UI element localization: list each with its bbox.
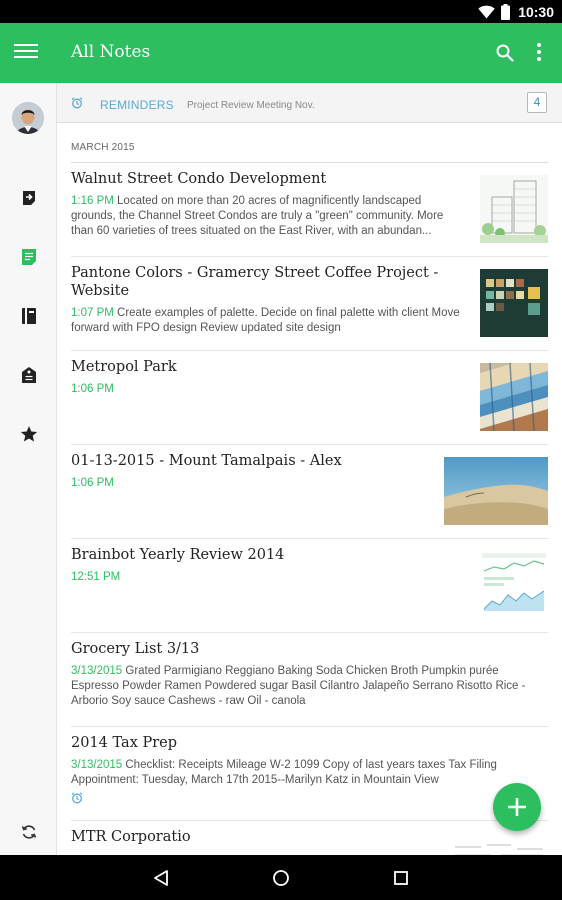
document-thumbnail: [451, 833, 548, 855]
note-item[interactable]: 2014 Tax Prep 3/13/2015 Checklist: Recei…: [71, 728, 548, 821]
avatar[interactable]: [12, 102, 44, 134]
note-title: MTR Corporatio: [71, 829, 191, 845]
menu-icon[interactable]: [14, 41, 38, 65]
note-snippet: 1:07 PM Create examples of palette. Deci…: [71, 306, 466, 336]
more-icon[interactable]: [536, 43, 542, 63]
note-time: 1:16 PM: [71, 195, 114, 207]
note-item[interactable]: 01-13-2015 - Mount Tamalpais - Alex 1:06…: [71, 446, 548, 539]
note-text: Grated Parmigiano Reggiano Baking Soda C…: [71, 665, 526, 707]
note-title: Metropol Park: [71, 359, 177, 375]
note-item[interactable]: Grocery List 3/13 3/13/2015 Grated Parmi…: [71, 634, 548, 727]
note-item[interactable]: MTR Corporatio: [71, 822, 548, 855]
note-time: 3/13/2015: [71, 759, 123, 771]
search-icon[interactable]: [496, 44, 514, 62]
pantone-swatches-thumbnail: [480, 269, 548, 337]
battery-icon: [501, 3, 511, 20]
note-snippet: 3/13/2015 Grated Parmigiano Reggiano Bak…: [71, 664, 548, 709]
reminders-label: REMINDERS: [100, 98, 174, 112]
note-time: 1:07 PM: [71, 307, 114, 319]
note-title: 01-13-2015 - Mount Tamalpais - Alex: [71, 453, 342, 469]
park-photo-thumbnail: [480, 363, 548, 431]
note-time: 12:51 PM: [71, 571, 121, 583]
note-title: Grocery List 3/13: [71, 641, 200, 657]
note-text: Located on more than 20 acres of magnifi…: [71, 195, 444, 237]
mountain-photo-thumbnail: [444, 457, 548, 525]
status-bar: 10:30: [0, 0, 562, 23]
shortcuts-icon[interactable]: [18, 423, 40, 445]
alarm-icon: [71, 97, 83, 109]
tags-icon[interactable]: [18, 364, 40, 386]
reminder-alarm-icon: [71, 792, 83, 804]
note-time: 1:06 PM: [71, 477, 114, 489]
notebooks-icon[interactable]: [18, 305, 40, 327]
status-time: 10:30: [518, 3, 554, 20]
app-bar: All Notes: [0, 23, 562, 83]
note-snippet: 12:51 PM: [71, 570, 466, 585]
notes-icon[interactable]: [18, 246, 40, 268]
page-title: All Notes: [71, 42, 151, 62]
side-rail: [0, 83, 57, 855]
note-item[interactable]: Pantone Colors - Gramercy Street Coffee …: [71, 258, 548, 351]
note-title: Brainbot Yearly Review 2014: [71, 547, 285, 563]
section-divider: [71, 162, 548, 163]
note-snippet: 1:06 PM: [71, 382, 466, 397]
wifi-icon: [478, 5, 495, 18]
note-title: 2014 Tax Prep: [71, 735, 178, 751]
section-header: MARCH 2015: [71, 142, 135, 153]
note-item[interactable]: Brainbot Yearly Review 2014 12:51 PM: [71, 540, 548, 633]
note-time: 3/13/2015: [71, 665, 123, 677]
status-icons: 10:30: [478, 3, 554, 20]
condo-sketch-thumbnail: [480, 175, 548, 243]
new-note-button[interactable]: [493, 783, 541, 831]
note-snippet: 1:06 PM: [71, 476, 466, 491]
system-nav-bar: [0, 855, 562, 900]
plus-icon: [508, 798, 526, 816]
note-list: MARCH 2015 Walnut Street Condo Developme…: [57, 123, 562, 855]
note-title: Pantone Colors - Gramercy Street Coffee …: [71, 265, 439, 299]
note-snippet: 3/13/2015 Checklist: Receipts Mileage W-…: [71, 758, 548, 788]
recents-icon[interactable]: [390, 867, 412, 889]
note-text: Checklist: Receipts Mileage W-2 1099 Cop…: [71, 759, 497, 786]
reminders-count-badge: 4: [527, 92, 547, 113]
note-time: 1:06 PM: [71, 383, 114, 395]
reminders-bar[interactable]: REMINDERS Project Review Meeting Nov. 4: [57, 83, 562, 123]
sync-notes-icon[interactable]: [18, 187, 40, 209]
note-snippet: 1:16 PM Located on more than 20 acres of…: [71, 194, 466, 239]
reminders-preview: Project Review Meeting Nov.: [187, 100, 315, 111]
back-icon[interactable]: [150, 867, 172, 889]
report-chart-thumbnail: [480, 551, 548, 619]
note-text: Create examples of palette. Decide on fi…: [71, 307, 460, 334]
note-item[interactable]: Walnut Street Condo Development 1:16 PM …: [71, 164, 548, 257]
sync-icon[interactable]: [18, 821, 40, 843]
home-icon[interactable]: [270, 867, 292, 889]
note-item[interactable]: Metropol Park 1:06 PM: [71, 352, 548, 445]
note-title: Walnut Street Condo Development: [71, 171, 327, 187]
